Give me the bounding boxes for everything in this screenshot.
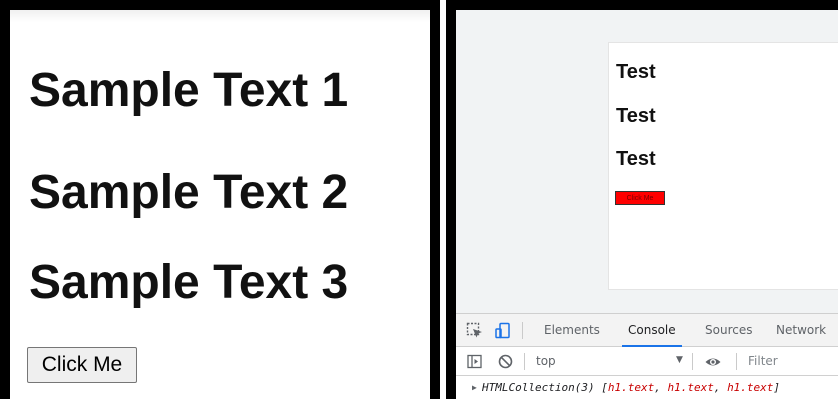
right-panel: Test Test Test Click Me Elements Console… — [446, 0, 838, 399]
console-item-3: h1.text — [727, 381, 774, 394]
sample-text-heading-1: Sample Text 1 — [29, 64, 349, 117]
left-page-viewport: Sample Text 1 Sample Text 2 Sample Text … — [10, 10, 430, 399]
tab-elements[interactable]: Elements — [544, 323, 600, 337]
tab-sources[interactable]: Sources — [705, 323, 752, 337]
live-expression-eye-icon[interactable] — [704, 353, 722, 371]
left-panel: Sample Text 1 Sample Text 2 Sample Text … — [0, 0, 440, 399]
red-click-me-button[interactable]: Click Me — [615, 191, 665, 205]
test-page: Test Test Test Click Me — [608, 42, 838, 290]
sample-text-heading-2: Sample Text 2 — [29, 166, 349, 219]
toolbar-divider-2 — [692, 353, 693, 370]
browser-viewport: Test Test Test Click Me — [456, 10, 838, 313]
console-filter-input[interactable]: Filter — [748, 354, 778, 368]
context-selector[interactable]: top — [536, 354, 556, 368]
console-item-1: h1.text — [607, 381, 655, 394]
left-page-top-edge — [10, 10, 430, 22]
console-toolbar: top ▼ Filter — [456, 347, 838, 376]
console-output-line[interactable]: ▶ HTMLCollection(3) [h1.text, h1.text, h… — [456, 376, 838, 399]
inspect-element-icon[interactable] — [466, 322, 484, 340]
console-collection-suffix: ] — [773, 381, 781, 394]
tab-network[interactable]: Network — [776, 323, 826, 337]
console-collection-prefix: HTMLCollection(3) [ — [482, 381, 608, 394]
test-heading-2: Test — [616, 105, 656, 127]
show-sidebar-icon[interactable] — [466, 353, 484, 371]
tab-bar-divider — [522, 322, 523, 339]
expand-arrow-icon[interactable]: ▶ — [472, 383, 477, 392]
console-separator-1: , — [654, 381, 668, 394]
console-item-2: h1.text — [667, 381, 714, 394]
device-toolbar-icon[interactable] — [494, 322, 512, 340]
devtools-tab-bar: Elements Console Sources Network — [456, 314, 838, 347]
tab-console[interactable]: Console — [622, 323, 682, 347]
toolbar-divider-1 — [524, 353, 525, 370]
chevron-down-icon[interactable]: ▼ — [676, 355, 683, 365]
devtools-panel: Elements Console Sources Network top ▼ F… — [456, 313, 838, 399]
test-heading-3: Test — [616, 148, 656, 170]
sample-text-heading-3: Sample Text 3 — [29, 256, 349, 309]
test-heading-1: Test — [616, 61, 656, 83]
click-me-button[interactable]: Click Me — [27, 347, 137, 383]
clear-console-icon[interactable] — [497, 353, 515, 371]
console-separator-2: , — [713, 381, 728, 394]
toolbar-divider-3 — [736, 353, 737, 370]
